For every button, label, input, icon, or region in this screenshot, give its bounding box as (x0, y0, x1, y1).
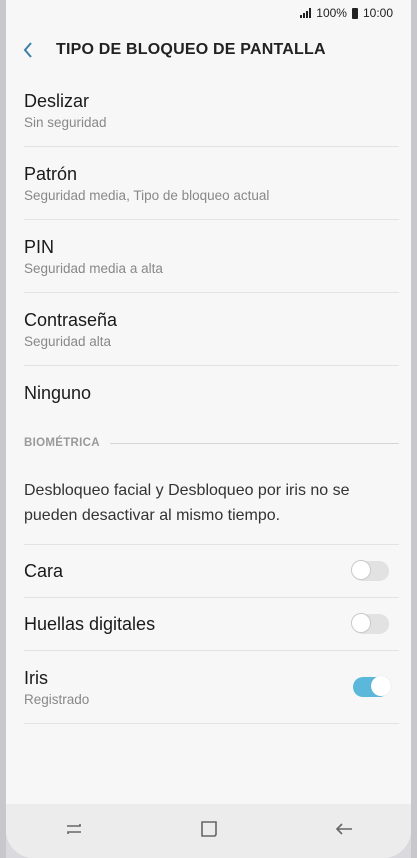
recent-apps-icon (66, 824, 81, 834)
option-swipe[interactable]: Deslizar Sin seguridad (24, 74, 399, 147)
device-edge-right (411, 0, 417, 858)
signal-icon (300, 8, 312, 18)
iris-toggle[interactable] (353, 676, 391, 697)
option-subtitle: Seguridad media, Tipo de bloqueo actual (24, 187, 270, 203)
option-password[interactable]: Contraseña Seguridad alta (24, 293, 399, 366)
biometric-title: Iris (24, 667, 48, 688)
biometric-subtitle: Registrado (24, 691, 90, 707)
phone-screen: 100% 10:00 TIPO DE BLOQUEO DE PANTALLA D… (6, 0, 411, 858)
back-icon (335, 823, 352, 835)
battery-percent: 100% (316, 6, 347, 20)
toggle-knob (351, 613, 371, 633)
biometric-fingerprint-row[interactable]: Huellas digitales (24, 598, 399, 651)
recent-apps-button[interactable] (44, 809, 104, 849)
back-nav-button[interactable] (314, 809, 374, 849)
option-title: Patrón (24, 163, 78, 184)
biometric-title: Huellas digitales (24, 613, 156, 634)
section-divider (109, 442, 399, 444)
section-label: BIOMÉTRICA (24, 437, 100, 449)
status-bar: 100% 10:00 (6, 0, 411, 26)
lock-type-list: Deslizar Sin seguridad Patrón Seguridad … (6, 74, 411, 724)
clock: 10:00 (362, 6, 393, 20)
chevron-left-icon (23, 42, 32, 58)
option-title: PIN (24, 236, 55, 257)
toggle-knob (371, 676, 391, 696)
option-title: Contraseña (24, 309, 118, 330)
app-header: TIPO DE BLOQUEO DE PANTALLA (6, 26, 411, 74)
fingerprint-toggle[interactable] (351, 613, 389, 634)
option-pattern[interactable]: Patrón Seguridad media, Tipo de bloqueo … (24, 147, 399, 220)
home-button[interactable] (179, 809, 239, 849)
biometric-face-row[interactable]: Cara (24, 545, 399, 598)
face-toggle[interactable] (351, 560, 389, 581)
option-title: Deslizar (24, 90, 90, 111)
home-icon (200, 821, 217, 837)
toggle-knob (351, 560, 371, 580)
battery-icon (351, 7, 358, 19)
option-pin[interactable]: PIN Seguridad media a alta (24, 220, 399, 293)
option-subtitle: Seguridad media a alta (24, 260, 163, 276)
biometric-iris-row[interactable]: Iris Registrado (24, 651, 399, 724)
back-button[interactable] (6, 26, 50, 74)
page-title: TIPO DE BLOQUEO DE PANTALLA (56, 41, 326, 58)
option-title: Ninguno (24, 382, 92, 403)
biometrics-section-header: BIOMÉTRICA (24, 420, 399, 466)
navigation-bar (6, 804, 411, 858)
biometrics-note: Desbloqueo facial y Desbloqueo por iris … (24, 466, 399, 545)
biometric-title: Cara (24, 560, 64, 581)
option-none[interactable]: Ninguno (24, 366, 399, 420)
option-subtitle: Sin seguridad (24, 114, 107, 130)
option-subtitle: Seguridad alta (24, 333, 112, 349)
